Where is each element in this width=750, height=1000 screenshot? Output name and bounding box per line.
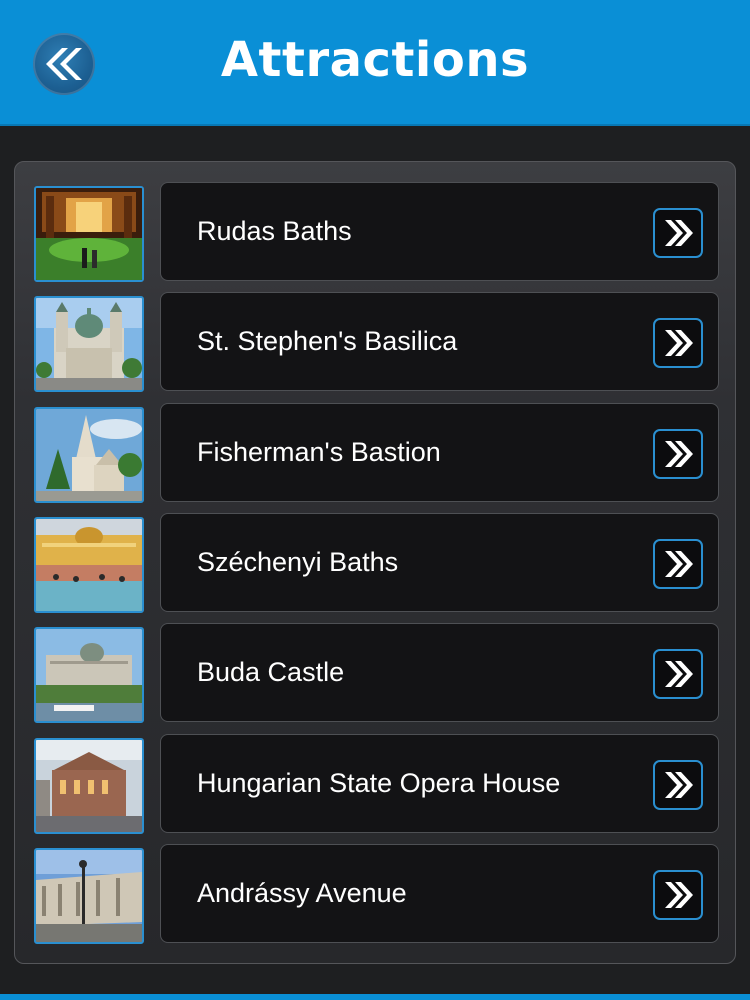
attraction-label: Buda Castle (197, 657, 345, 687)
attraction-label: Fisherman's Bastion (197, 437, 441, 467)
double-chevron-right-icon (665, 330, 693, 356)
double-chevron-right-icon (665, 772, 693, 798)
footer-bar (0, 994, 750, 1000)
list-item[interactable]: Széchenyi Baths (34, 513, 719, 613)
double-chevron-right-icon (665, 882, 693, 908)
attraction-button[interactable]: Buda Castle (160, 623, 719, 722)
opera-house-thumbnail (34, 738, 144, 834)
double-chevron-right-icon (665, 220, 693, 246)
open-attraction-button[interactable] (653, 539, 703, 589)
double-chevron-right-icon (665, 661, 693, 687)
open-attraction-button[interactable] (653, 318, 703, 368)
double-chevron-right-icon (665, 441, 693, 467)
open-attraction-button[interactable] (653, 760, 703, 810)
attraction-button[interactable]: Rudas Baths (160, 182, 719, 281)
list-item[interactable]: Buda Castle (34, 623, 719, 723)
attraction-label: St. Stephen's Basilica (197, 326, 458, 356)
attraction-button[interactable]: Hungarian State Opera House (160, 734, 719, 833)
list-item[interactable]: Rudas Baths (34, 182, 719, 282)
attraction-label: Andrássy Avenue (197, 878, 407, 908)
attraction-button[interactable]: Széchenyi Baths (160, 513, 719, 612)
list-item[interactable]: Fisherman's Bastion (34, 403, 719, 503)
szechenyi-baths-thumbnail (34, 517, 144, 613)
andrassy-avenue-thumbnail (34, 848, 144, 944)
open-attraction-button[interactable] (653, 429, 703, 479)
list-item[interactable]: St. Stephen's Basilica (34, 292, 719, 392)
list-item[interactable]: Hungarian State Opera House (34, 734, 719, 834)
attraction-button[interactable]: Andrássy Avenue (160, 844, 719, 943)
st-stephens-basilica-thumbnail (34, 296, 144, 392)
fishermans-bastion-thumbnail (34, 407, 144, 503)
attraction-button[interactable]: Fisherman's Bastion (160, 403, 719, 502)
attraction-label: Hungarian State Opera House (197, 768, 561, 798)
attractions-list: Rudas Baths St. Stephen's Basilica Fishe… (14, 161, 736, 964)
attraction-label: Rudas Baths (197, 216, 352, 246)
app-header: Attractions (0, 0, 750, 126)
page-title: Attractions (220, 32, 530, 88)
attraction-button[interactable]: St. Stephen's Basilica (160, 292, 719, 391)
open-attraction-button[interactable] (653, 649, 703, 699)
open-attraction-button[interactable] (653, 870, 703, 920)
double-chevron-right-icon (665, 551, 693, 577)
open-attraction-button[interactable] (653, 208, 703, 258)
attraction-label: Széchenyi Baths (197, 547, 399, 577)
rudas-baths-thumbnail (34, 186, 144, 282)
buda-castle-thumbnail (34, 627, 144, 723)
list-item[interactable]: Andrássy Avenue (34, 844, 719, 944)
